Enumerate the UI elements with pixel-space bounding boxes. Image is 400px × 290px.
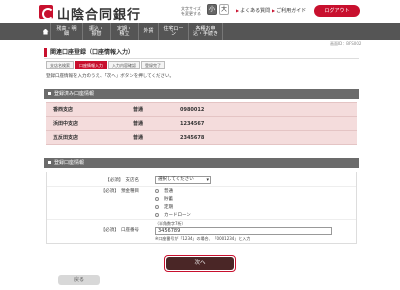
nav-item-forex[interactable]: 外貨 <box>139 23 159 40</box>
account-number-input[interactable]: 3456789 <box>155 227 332 235</box>
table-row: 五反田支店 普通 2345678 <box>46 130 357 145</box>
radio-icon[interactable] <box>155 205 159 209</box>
radio-icon[interactable] <box>155 189 159 193</box>
radio-label: 普通 <box>164 189 173 194</box>
global-nav: 残高・明細 振込・振替 定期・積立 外貨 住宅ローン 各種お申込・手続き <box>0 23 400 40</box>
branch-cell: 香西支店 <box>46 102 126 117</box>
intro-text: 登録口座情報を入力のうえ、「次へ」ボタンを押してください。 <box>46 74 174 79</box>
nav-item-applications[interactable]: 各種お申込・手続き <box>189 23 223 40</box>
fontsize-large-button[interactable]: 大 <box>219 4 229 15</box>
table-row: 浜田中支店 普通 1234567 <box>46 116 357 131</box>
radio-icon[interactable] <box>155 213 159 217</box>
next-button-frame[interactable]: 次へ <box>164 255 236 272</box>
page-title: 関連口座登録（口座情報入力） <box>44 48 134 57</box>
title-divider <box>44 58 359 59</box>
registered-table: 香西支店 普通 0980012 浜田中支店 普通 1234567 五反田支店 普… <box>46 102 357 145</box>
nav-item-deposit[interactable]: 定期・積立 <box>111 23 139 40</box>
guide-link[interactable]: ご利用ガイド <box>272 7 306 14</box>
number-cell: 0980012 <box>173 102 357 117</box>
radio-label: 貯蓄 <box>164 197 173 202</box>
branch-select[interactable]: 選択してください <box>155 176 211 184</box>
fontsize-label: 文字サイズを変更する <box>181 6 201 16</box>
nav-item-transfer[interactable]: 振込・振替 <box>83 23 111 40</box>
home-icon[interactable] <box>41 23 51 40</box>
back-button[interactable]: 戻る <box>58 275 100 285</box>
radio-option-futsu[interactable]: 普通 <box>155 188 173 194</box>
faq-link[interactable]: よくある質問 <box>236 7 270 14</box>
step-account-input: 口座情報入力 <box>75 61 107 69</box>
radio-label: 定期 <box>164 205 173 210</box>
next-button[interactable]: 次へ <box>166 257 234 270</box>
form-heading: 登録口座情報 <box>44 158 359 168</box>
radio-icon[interactable] <box>155 197 159 201</box>
number-cell: 2345678 <box>173 130 357 145</box>
branch-label: 【必須】 支店名 <box>105 178 139 183</box>
step-complete: 登録完了 <box>141 61 165 69</box>
type-cell: 普通 <box>126 102 173 117</box>
header: 山陰合同銀行 文字サイズを変更する 小 大 よくある質問 ご利用ガイド ログアウ… <box>0 0 400 24</box>
branch-cell: 浜田中支店 <box>46 116 126 131</box>
type-cell: 普通 <box>126 130 173 145</box>
fontsize-small-button[interactable]: 小 <box>207 4 217 15</box>
registered-heading: 登録済み口座情報 <box>44 89 359 99</box>
radio-option-teiki[interactable]: 定期 <box>155 204 173 210</box>
logout-button[interactable]: ログアウト <box>314 5 360 17</box>
account-note: ※口座番号が「1234」の場合、「0001234」と入力 <box>155 236 251 241</box>
nav-item-balance[interactable]: 残高・明細 <box>51 23 83 40</box>
account-form: 【必須】 支店名 選択してください 【必須】 預金種目 普通 貯蓄 定期 カード… <box>46 172 357 244</box>
type-cell: 普通 <box>126 116 173 131</box>
screen-id: 画面ID：BFS002 <box>330 41 362 46</box>
table-row: 香西支店 普通 0980012 <box>46 102 357 117</box>
number-cell: 1234567 <box>173 116 357 131</box>
step-indicator: 支店名検索 口座情報入力 入力内容確認 登録完了 <box>46 61 166 69</box>
form-divider <box>47 186 356 187</box>
radio-option-chochiku[interactable]: 貯蓄 <box>155 196 173 202</box>
form-divider <box>47 219 356 220</box>
step-branch-search: 支店名検索 <box>46 61 74 69</box>
nav-item-mortgage[interactable]: 住宅ローン <box>159 23 189 40</box>
radio-label: カードローン <box>164 213 191 218</box>
radio-option-cardloan[interactable]: カードローン <box>155 212 191 218</box>
branch-cell: 五反田支店 <box>46 130 126 145</box>
account-number-label: 【必須】 口座番号 <box>100 228 139 233</box>
step-confirm: 入力内容確認 <box>108 61 140 69</box>
bank-logo-icon <box>39 5 54 20</box>
bank-name: 山陰合同銀行 <box>57 8 142 23</box>
account-type-label: 【必須】 預金種目 <box>100 189 139 194</box>
